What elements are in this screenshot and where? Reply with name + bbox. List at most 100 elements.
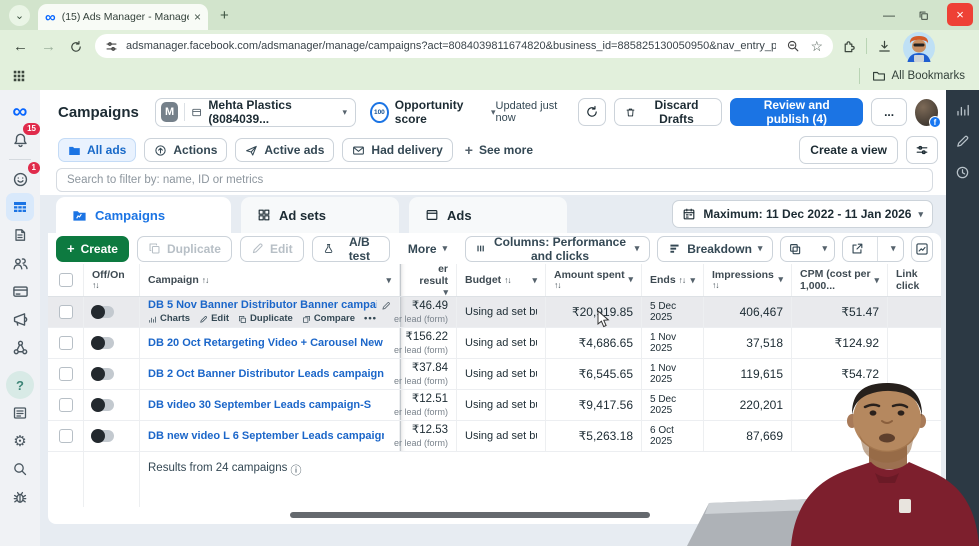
minimize-button[interactable]: — [879,8,899,22]
settings-gear-icon[interactable]: ⚙ [6,427,34,455]
row-more-action[interactable]: ••• [364,313,377,325]
tab-close-icon[interactable]: × [194,10,201,24]
opportunity-score[interactable]: 100 Opportunity score ▾ [370,98,496,126]
review-publish-button[interactable]: Review and publish (4) [730,98,864,126]
reports-button[interactable]: ▾ [780,235,835,262]
row-checkbox[interactable] [58,367,73,381]
campaign-link[interactable]: DB 2 Oct Banner Distributor Leads campai… [148,368,384,380]
more-button[interactable]: More ▾ [397,235,458,262]
date-range-selector[interactable]: Maximum: 11 Dec 2022 - 11 Jan 2026 ▾ [672,200,933,228]
notifications-bell-icon[interactable]: 15 [6,123,40,154]
search-input[interactable] [56,168,933,192]
search-nav-icon[interactable] [6,455,34,483]
ab-test-button[interactable]: A/B test [311,235,390,263]
create-view-button[interactable]: Create a view [799,136,898,164]
site-info-icon[interactable] [105,40,118,53]
campaign-toggle[interactable] [91,367,114,381]
close-button[interactable]: × [947,3,973,26]
campaign-link[interactable]: DB 5 Nov Banner Distributor Banner campa… [148,299,377,313]
filter-chip-all-ads[interactable]: All ads [58,138,137,162]
row-checkbox[interactable] [58,429,73,443]
bookmark-star-icon[interactable]: ☆ [810,38,823,55]
meta-logo-icon[interactable]: ∞ [6,98,34,126]
filter-chip-had-delivery[interactable]: Had delivery [342,138,453,162]
apps-grid-icon[interactable] [12,69,26,83]
back-button[interactable]: ← [13,38,28,55]
browser-profile-avatar[interactable] [902,31,936,65]
download-icon[interactable] [877,39,892,54]
audiences-icon[interactable] [6,249,34,277]
create-button[interactable]: + Create [56,235,129,262]
history-clock-icon[interactable] [955,165,970,180]
header-ends[interactable]: Ends ↑↓ ▾ [642,264,704,296]
discard-drafts-button[interactable]: Discard Drafts [613,98,723,126]
edit-button[interactable]: Edit [239,235,304,262]
header-amount-spent[interactable]: Amount spent ↑↓ ▾ [546,264,642,296]
account-overview-icon[interactable]: 1 [6,162,40,193]
tab-campaigns[interactable]: Campaigns [56,197,231,233]
table-row[interactable]: DB 20 Oct Retargeting Video + Carousel N… [48,328,941,359]
header-campaign[interactable]: Campaign ↑↓ ▾ [140,264,400,296]
campaign-toggle[interactable] [91,398,114,412]
header-impressions[interactable]: Impressions ↑↓ ▾ [704,264,792,296]
bug-report-icon[interactable] [6,483,34,511]
extensions-icon[interactable] [841,39,856,54]
tab-ad-sets[interactable]: Ad sets [241,197,399,233]
campaign-link[interactable]: DB new video L 6 September Leads campaig… [148,430,384,442]
reload-button[interactable] [69,38,83,55]
header-off-on[interactable]: Off/On ↑↓ [84,264,140,296]
account-selector[interactable]: M Mehta Plastics (8084039... ▾ [154,97,357,127]
zoom-icon[interactable] [786,39,800,53]
tab-search-button[interactable]: ⌄ [9,4,30,26]
chart-view-button[interactable] [910,235,933,262]
header-result[interactable]: er result ▾ [400,263,457,297]
row-duplicate-action[interactable]: Duplicate [238,313,293,325]
duplicate-button[interactable]: Duplicate [136,235,232,262]
address-bar[interactable]: adsmanager.facebook.com/adsmanager/manag… [95,34,833,58]
campaigns-nav-icon[interactable] [6,193,34,221]
user-avatar[interactable]: f [914,98,942,128]
charts-rail-icon[interactable] [955,102,971,118]
new-tab-button[interactable]: + [220,7,229,24]
forward-button[interactable]: → [41,38,56,55]
edit-rail-icon[interactable] [955,134,970,149]
pages-icon[interactable] [6,221,34,249]
campaign-toggle[interactable] [91,336,114,350]
view-settings-button[interactable] [906,136,938,164]
more-options-button[interactable]: ... [871,98,907,126]
row-checkbox[interactable] [58,398,73,412]
news-icon[interactable] [6,399,34,427]
row-edit-action[interactable]: Edit [199,313,229,325]
table-row[interactable]: DB 5 Nov Banner Distributor Banner campa… [48,297,941,328]
select-all-checkbox[interactable] [58,273,73,287]
browser-tab[interactable]: ∞ (15) Ads Manager - Manage ad × [38,4,208,30]
campaign-toggle[interactable] [91,429,114,443]
campaign-toggle[interactable] [91,305,114,319]
row-checkbox[interactable] [58,336,73,350]
row-charts-action[interactable]: Charts [148,313,190,325]
row-compare-action[interactable]: Compare [302,313,355,325]
columns-button[interactable]: Columns: Performance and clicks ▾ [465,235,651,263]
export-button[interactable]: ▾ [841,235,904,262]
ads-megaphone-icon[interactable] [6,305,34,333]
billing-card-icon[interactable] [6,277,34,305]
refresh-button[interactable] [578,98,606,126]
row-checkbox[interactable] [58,305,73,319]
see-more-filters[interactable]: + See more [465,142,533,158]
restore-button[interactable] [913,8,933,22]
help-icon[interactable]: ? [6,371,34,399]
header-budget[interactable]: Budget ↑↓ ▾ [457,264,546,296]
header-link-clicks[interactable]: Link click [888,264,941,296]
connections-icon[interactable] [6,333,34,361]
info-icon[interactable]: ⓘ [291,462,302,478]
header-cpm[interactable]: CPM (cost per 1,000... ▾ [792,264,888,296]
filter-chip-actions[interactable]: Actions [144,138,228,162]
all-bookmarks-button[interactable]: All Bookmarks [858,68,965,84]
tab-ads[interactable]: Ads [409,197,567,233]
breakdown-button[interactable]: Breakdown ▾ [657,235,774,262]
horizontal-scrollbar[interactable] [290,512,650,518]
filter-chip-active-ads[interactable]: Active ads [235,138,335,162]
campaign-link[interactable]: DB 20 Oct Retargeting Video + Carousel N… [148,337,384,349]
campaign-link[interactable]: DB video 30 September Leads campaign-S [148,399,371,411]
inline-edit-icon[interactable] [381,301,391,311]
